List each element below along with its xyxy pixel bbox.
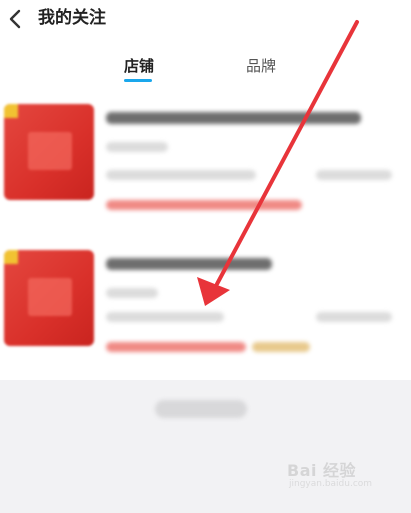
store-thumbnail: [4, 250, 94, 346]
store-side-info-redacted: [316, 170, 392, 180]
store-card[interactable]: [0, 100, 411, 230]
load-more-hint-redacted: [155, 400, 247, 418]
page-title: 我的关注: [38, 8, 106, 28]
store-info-redacted: [106, 312, 224, 322]
store-name-redacted: [106, 258, 272, 270]
store-name-redacted: [106, 112, 361, 124]
store-tags-redacted: [106, 342, 246, 352]
store-meta-redacted: [106, 142, 168, 152]
store-side-info-redacted: [316, 312, 392, 322]
watermark-text: Bai 经验: [287, 461, 357, 480]
watermark-url: jingyan.baidu.com: [289, 479, 373, 489]
baidu-jingyan-watermark: Bai 经验 jingyan.baidu.com: [287, 457, 387, 501]
tab-bar: 店铺 品牌: [0, 48, 411, 90]
store-coupon-tag-redacted: [252, 342, 310, 352]
store-info-redacted: [106, 170, 256, 180]
thumbnail-corner-badge: [4, 104, 18, 118]
store-meta-redacted: [106, 288, 158, 298]
store-tags-redacted: [106, 200, 302, 210]
thumbnail-graphic: [28, 278, 72, 316]
store-card[interactable]: [0, 240, 411, 370]
tab-stores[interactable]: 店铺: [124, 56, 154, 76]
back-arrow-icon[interactable]: [6, 8, 26, 30]
tab-brands[interactable]: 品牌: [246, 56, 276, 76]
top-bar: 我的关注: [0, 0, 411, 48]
thumbnail-graphic: [28, 132, 72, 170]
store-thumbnail: [4, 104, 94, 200]
thumbnail-corner-badge: [4, 250, 18, 264]
active-tab-indicator: [124, 79, 152, 82]
